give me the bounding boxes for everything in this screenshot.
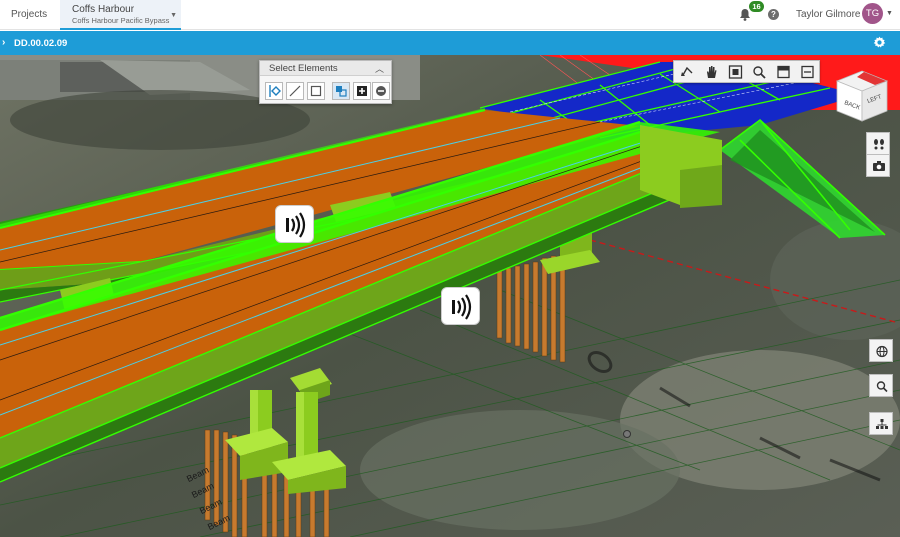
tree-icon [876,419,888,429]
add-selection-button[interactable] [353,82,371,100]
section-top-icon [777,65,790,79]
notification-bell-icon[interactable] [739,8,751,21]
selection-mode-button[interactable] [332,82,350,100]
top-navigation-bar: Projects Coffs Harbour Coffs Harbour Pac… [0,0,900,30]
section-top-button[interactable] [775,64,792,80]
help-icon[interactable]: ? [768,9,779,20]
remove-selection-icon [376,86,386,96]
breadcrumb-bar: › DD.00.02.09 [0,31,900,55]
scan-marker-icon[interactable] [441,287,480,325]
search-icon [876,381,888,393]
point-select-button[interactable] [265,82,283,100]
camera-button[interactable] [866,154,890,177]
orbit-button[interactable] [679,64,696,80]
point-select-icon [269,85,281,97]
camera-icon [873,161,885,171]
remove-selection-button[interactable] [372,82,390,100]
line-select-icon [289,85,301,97]
model-tree-button[interactable] [869,412,893,435]
notification-count-badge: 16 [749,1,764,12]
project-switcher[interactable]: Coffs Harbour Coffs Harbour Pacific Bypa… [60,0,181,30]
project-name: Coffs Harbour [72,4,135,15]
collapse-chevron-icon[interactable]: ︿ [375,62,384,75]
pan-button[interactable] [703,64,720,80]
panel-title: Select Elements [269,63,338,74]
globe-button[interactable] [869,339,893,362]
select-elements-header: Select Elements ︿ [260,61,391,76]
globe-icon [876,345,888,358]
box-select-button[interactable] [307,82,325,100]
box-select-icon [310,85,322,97]
scan-marker-icon[interactable] [275,205,314,243]
avatar[interactable]: TG [862,3,883,24]
select-elements-panel: Select Elements ︿ [259,60,392,104]
walk-button[interactable] [866,132,890,155]
project-subtitle: Coffs Harbour Pacific Bypass [72,16,170,25]
pan-hand-icon [707,66,717,78]
zoom-icon [753,66,766,79]
navigation-toolbar [673,60,820,83]
zoom-button[interactable] [751,64,768,80]
user-name[interactable]: Taylor Gilmore [796,9,860,20]
section-bottom-icon [801,65,814,79]
line-select-button[interactable] [286,82,304,100]
user-menu-chevron-icon[interactable]: ▼ [886,10,893,17]
settings-gear-icon[interactable] [873,36,886,49]
expand-chevron-icon[interactable]: › [2,37,5,48]
fit-view-icon [728,65,743,79]
chevron-down-icon: ▼ [170,12,177,19]
view-cube[interactable]: BACK LEFT [835,69,889,123]
section-bottom-button[interactable] [799,64,816,80]
search-button[interactable] [869,374,893,397]
walk-icon [874,139,884,150]
model-viewport[interactable]: Beam Beam Beam Beam Select Elements ︿ BA… [0,55,900,537]
orbit-icon [681,66,693,76]
add-selection-icon [357,86,367,96]
breadcrumb-code: DD.00.02.09 [14,38,68,49]
fit-view-button[interactable] [727,64,744,80]
projects-link[interactable]: Projects [11,9,47,20]
selection-mode-icon [336,86,347,97]
